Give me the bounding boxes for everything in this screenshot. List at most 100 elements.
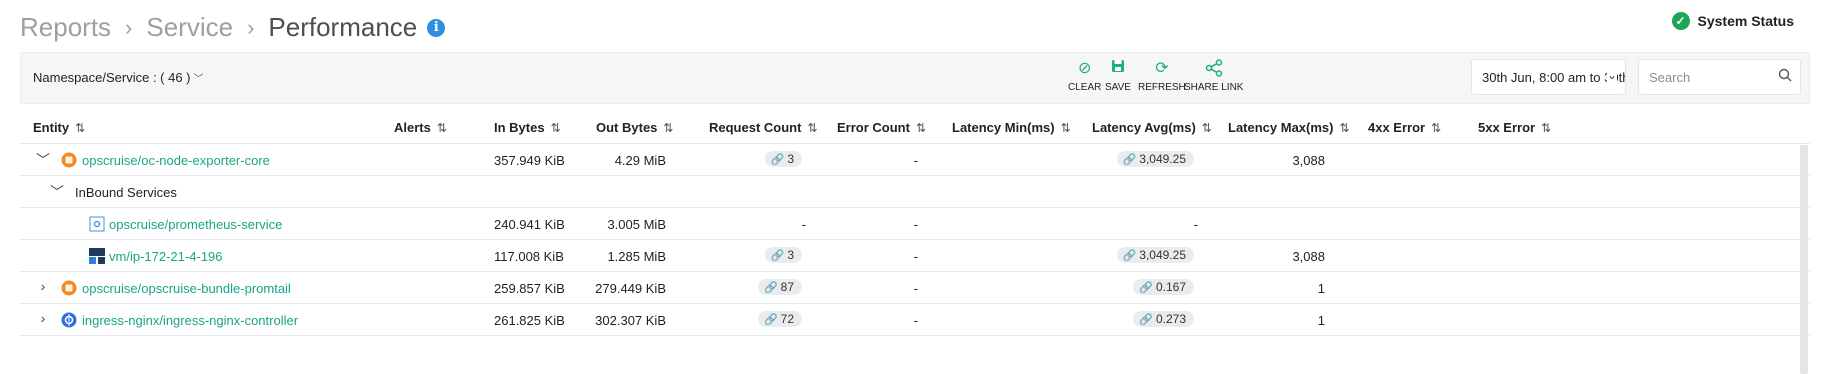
breadcrumb-separator: ›	[247, 14, 255, 40]
chevron-down-icon: ⌄	[1606, 68, 1617, 82]
column-header-5xx-error[interactable]: 5xx Error ⇅	[1478, 120, 1551, 135]
performance-table: Entity ⇅ Alerts ⇅ In Bytes ⇅ Out Bytes ⇅ Req…	[20, 112, 1810, 336]
entity-link[interactable]: vm/ip-172-21-4-196	[109, 249, 222, 264]
table-row[interactable]: › opscruise/opscruise-bundle-promtail 25…	[20, 272, 1810, 304]
expand-chevron-icon[interactable]: ›	[35, 278, 51, 294]
table-row[interactable]: ﹀ opscruise/oc-node-exporter-core 357.94…	[20, 144, 1810, 176]
breadcrumb-reports[interactable]: Reports	[20, 12, 111, 43]
kubernetes-icon	[61, 312, 77, 328]
namespace-service-label: Namespace/Service : ( 46 )	[33, 70, 191, 85]
request-count-badge[interactable]: 🔗 3	[710, 247, 802, 263]
sort-icon[interactable]: ⇅	[551, 121, 561, 135]
column-header-entity[interactable]: Entity ⇅	[33, 120, 85, 135]
out-bytes-value: 4.29 MiB	[614, 153, 666, 168]
out-bytes-value: 1.285 MiB	[607, 249, 666, 264]
collapse-chevron-icon[interactable]: ﹀	[49, 182, 65, 202]
column-header-request-count[interactable]: Request Count ⇅	[709, 120, 818, 135]
save-button[interactable]: SAVE	[1105, 59, 1131, 93]
request-count-badge[interactable]: 🔗 3	[710, 151, 802, 167]
entity-link[interactable]: opscruise/oc-node-exporter-core	[82, 153, 270, 168]
page-title: Performance	[268, 12, 418, 42]
error-count-value: -	[913, 281, 918, 296]
error-count-value: -	[913, 313, 918, 328]
request-count-badge[interactable]: 🔗 87	[710, 279, 802, 295]
request-count-badge[interactable]: 🔗 72	[710, 311, 802, 327]
table-row[interactable]: opscruise/prometheus-service 240.941 KiB…	[20, 208, 1810, 240]
sort-icon[interactable]: ⇅	[1202, 121, 1212, 135]
latency-avg-badge[interactable]: 🔗 0.273	[1080, 311, 1194, 327]
column-header-in-bytes[interactable]: In Bytes ⇅	[494, 120, 561, 135]
helm-service-icon	[61, 280, 77, 296]
column-header-out-bytes[interactable]: Out Bytes ⇅	[596, 120, 673, 135]
column-header-alerts[interactable]: Alerts ⇅	[394, 120, 447, 135]
column-header-4xx-error[interactable]: 4xx Error ⇅	[1368, 120, 1441, 135]
sort-icon[interactable]: ⇅	[75, 121, 85, 135]
share-icon	[1205, 59, 1223, 79]
in-bytes-value: 261.825 KiB	[494, 313, 565, 328]
sort-icon[interactable]: ⇅	[1541, 121, 1551, 135]
system-status[interactable]: ✓ System Status	[1671, 12, 1794, 30]
latency-max-value: 1	[1317, 313, 1325, 328]
sort-icon[interactable]: ⇅	[1339, 121, 1349, 135]
sort-icon[interactable]: ⇅	[916, 121, 926, 135]
breadcrumb: Reports › Service › Performance i	[20, 12, 446, 43]
search-icon[interactable]	[1778, 68, 1792, 86]
sort-icon[interactable]: ⇅	[663, 121, 673, 135]
breadcrumb-separator: ›	[125, 14, 133, 40]
column-header-latency-avg[interactable]: Latency Avg(ms) ⇅	[1092, 120, 1212, 135]
link-icon: 🔗	[763, 314, 778, 326]
date-range-value: 30th Jun, 8:00 am to 30th	[1482, 70, 1626, 85]
check-circle-icon: ✓	[1671, 12, 1690, 30]
entity-link[interactable]: opscruise/opscruise-bundle-promtail	[82, 281, 291, 296]
link-icon: 🔗	[1122, 154, 1137, 166]
sort-icon[interactable]: ⇅	[807, 121, 817, 135]
date-range-picker[interactable]: 30th Jun, 8:00 am to 30th ⌄	[1471, 59, 1626, 95]
latency-avg-badge[interactable]: 🔗 3,049.25	[1080, 151, 1194, 167]
table-row[interactable]: vm/ip-172-21-4-196 117.008 KiB 1.285 MiB…	[20, 240, 1810, 272]
refresh-label: REFRESH	[1138, 82, 1186, 93]
link-icon: 🔗	[770, 154, 785, 166]
clear-button[interactable]: ⊘ CLEAR	[1068, 59, 1101, 93]
link-icon: 🔗	[770, 250, 785, 262]
clear-label: CLEAR	[1068, 82, 1102, 93]
table-row[interactable]: ﹀ InBound Services	[20, 176, 1810, 208]
info-icon[interactable]: i	[427, 18, 446, 37]
latency-avg-badge[interactable]: 🔗 3,049.25	[1080, 247, 1194, 263]
breadcrumb-service[interactable]: Service	[146, 12, 233, 43]
refresh-button[interactable]: ⟳ REFRESH	[1138, 59, 1186, 93]
namespace-service-dropdown[interactable]: Namespace/Service : ( 46 ) ﹀	[33, 70, 204, 85]
refresh-icon: ⟳	[1155, 60, 1169, 77]
clear-icon: ⊘	[1077, 60, 1092, 77]
entity-link[interactable]: ingress-nginx/ingress-nginx-controller	[82, 313, 298, 328]
collapse-chevron-icon[interactable]: ﹀	[35, 150, 51, 170]
entity-link[interactable]: opscruise/prometheus-service	[109, 217, 282, 232]
group-label: InBound Services	[75, 185, 177, 200]
table-header: Entity ⇅ Alerts ⇅ In Bytes ⇅ Out Bytes ⇅ Req…	[20, 112, 1810, 144]
expand-chevron-icon[interactable]: ›	[35, 310, 51, 326]
latency-avg-badge[interactable]: 🔗 0.167	[1080, 279, 1194, 295]
vm-icon	[89, 248, 105, 264]
sort-icon[interactable]: ⇅	[1431, 121, 1441, 135]
column-header-latency-min[interactable]: Latency Min(ms) ⇅	[952, 120, 1071, 135]
toolbar: Namespace/Service : ( 46 ) ﹀ ⊘ CLEAR SAVE…	[20, 52, 1810, 104]
error-count-value: -	[913, 249, 918, 264]
service-icon	[89, 216, 105, 232]
link-icon: 🔗	[1122, 250, 1137, 262]
column-header-latency-max[interactable]: Latency Max(ms) ⇅	[1228, 120, 1350, 135]
table-row[interactable]: › ingress-nginx/ingress-nginx-controller…	[20, 304, 1810, 336]
latency-max-value: 1	[1317, 281, 1325, 296]
sort-icon[interactable]: ⇅	[1061, 121, 1071, 135]
helm-service-icon	[61, 152, 77, 168]
sort-icon[interactable]: ⇅	[437, 121, 447, 135]
out-bytes-value: 302.307 KiB	[595, 313, 666, 328]
search-input[interactable]	[1639, 60, 1769, 94]
latency-max-value: 3,088	[1292, 153, 1325, 168]
vertical-scrollbar[interactable]	[1800, 145, 1808, 374]
share-link-button[interactable]: SHARE LINK	[1184, 59, 1243, 93]
out-bytes-value: 279.449 KiB	[595, 281, 666, 296]
link-icon: 🔗	[1139, 314, 1153, 326]
in-bytes-value: 240.941 KiB	[494, 217, 565, 232]
error-count-value: -	[913, 153, 918, 168]
share-link-label: SHARE LINK	[1184, 82, 1244, 93]
column-header-error-count[interactable]: Error Count ⇅	[837, 120, 926, 135]
